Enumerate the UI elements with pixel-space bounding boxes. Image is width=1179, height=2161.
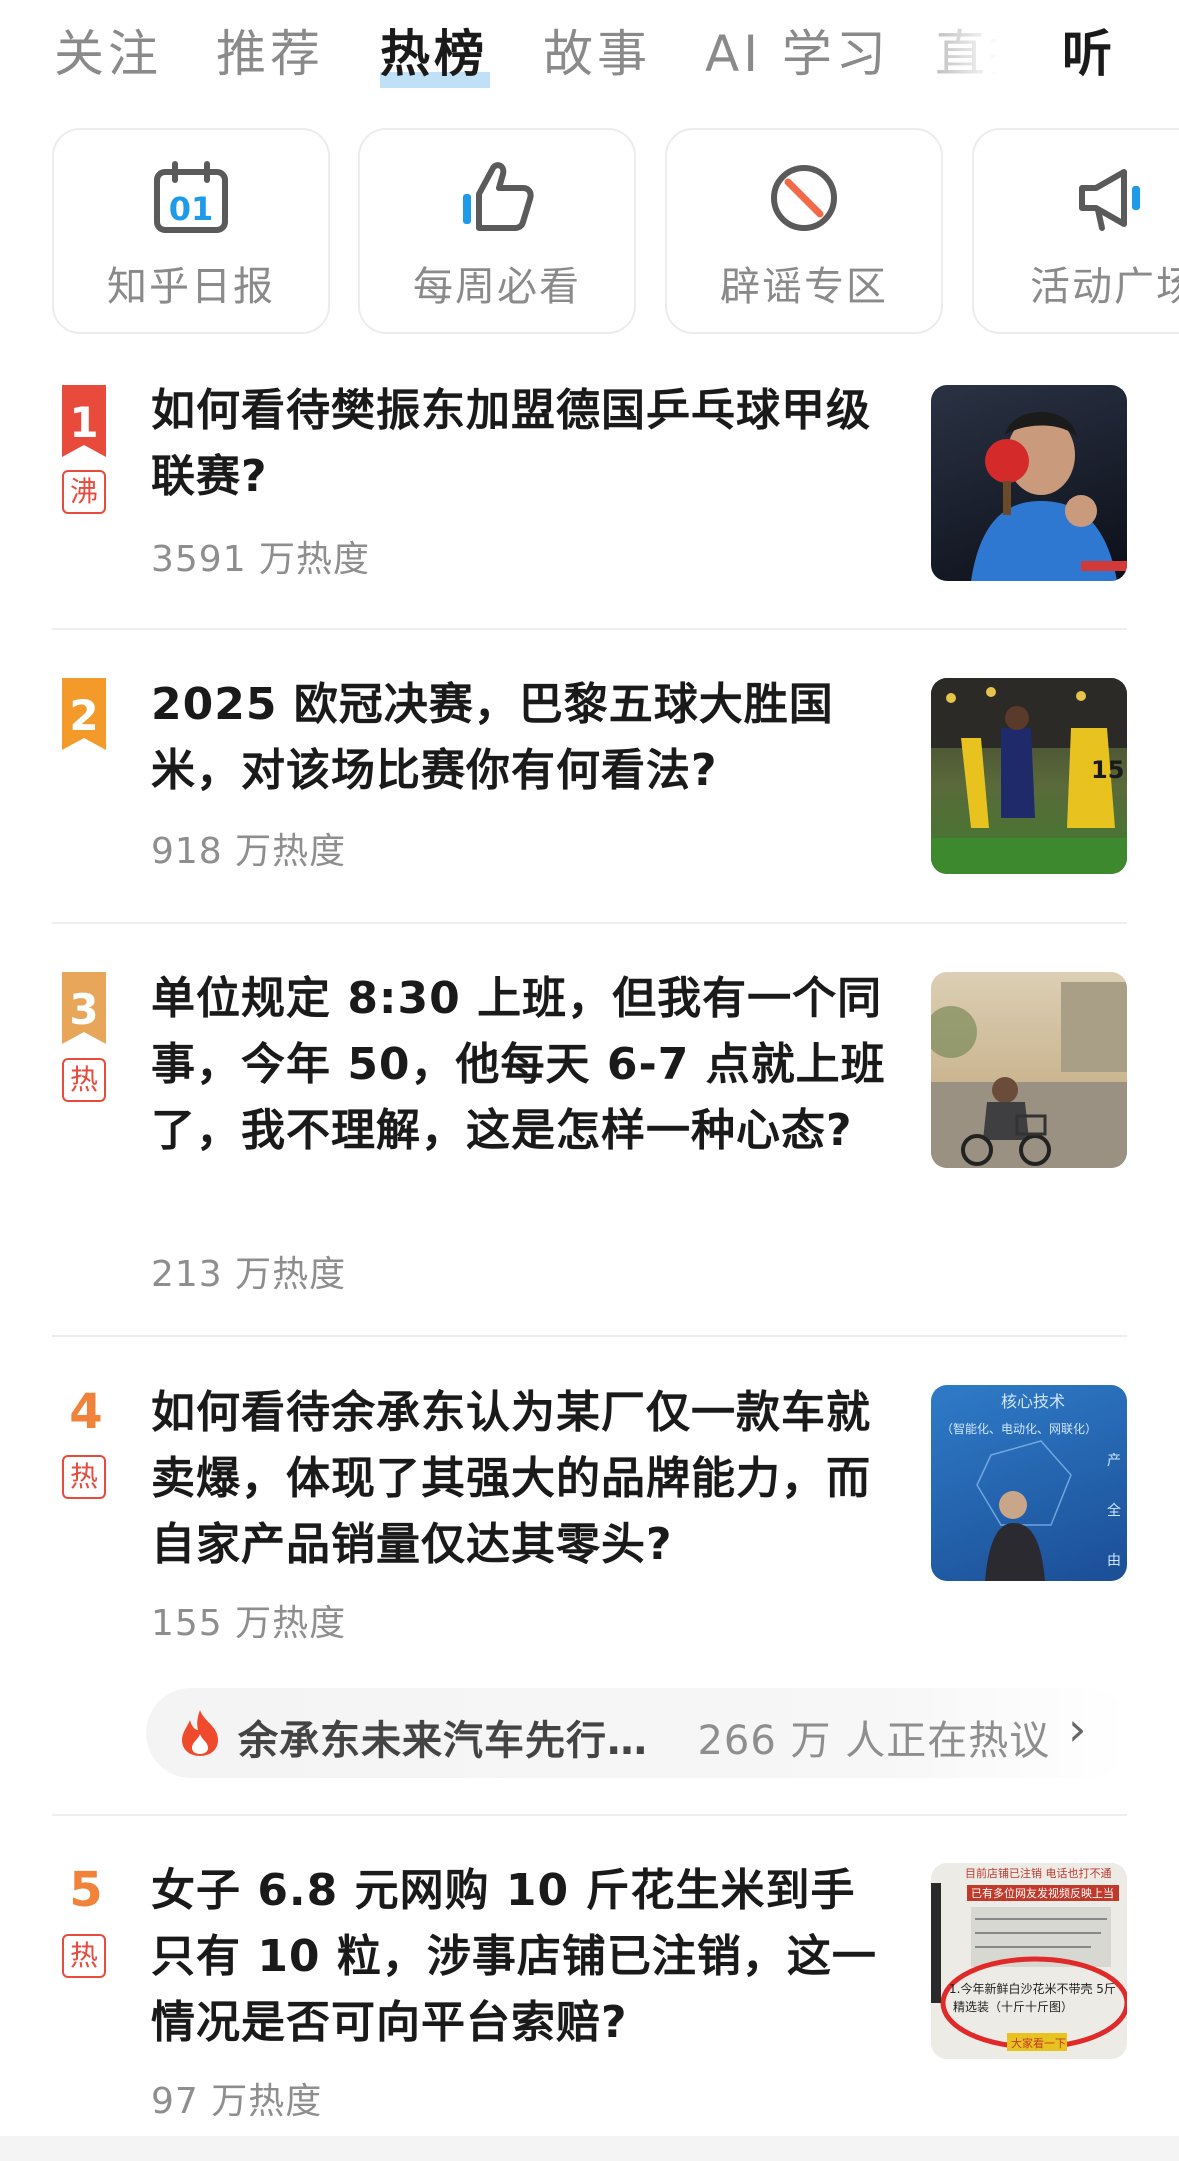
tab-recommend[interactable]: 推荐	[216, 14, 324, 86]
related-topic-title: 余承东未来汽车先行…	[238, 1718, 648, 1764]
svg-text:核心技术: 核心技术	[1001, 1392, 1065, 1411]
shortcut-zhihu-daily[interactable]: 01 知乎日报	[52, 128, 330, 334]
shortcut-weekly-must-see[interactable]: 每周必看	[358, 128, 636, 334]
svg-text:精选装（十斤十斤图）: 精选装（十斤十斤图）	[953, 2000, 1073, 2014]
item-thumbnail[interactable]: 核心技术 （智能化、电动化、网联化） 产 全 由	[931, 1385, 1127, 1581]
shortcut-rumor-debunk[interactable]: 辟谣专区	[665, 128, 943, 334]
svg-text:15: 15	[1091, 756, 1124, 784]
rank-number-4: 4	[69, 1384, 103, 1440]
item-thumbnail[interactable]	[931, 385, 1127, 581]
shortcut-events[interactable]: 活动广场	[972, 128, 1179, 334]
no-sign-icon	[764, 158, 844, 238]
rank-number-5: 5	[69, 1862, 103, 1918]
megaphone-icon	[1074, 158, 1154, 238]
tab-stories[interactable]: 故事	[543, 14, 651, 86]
svg-text:1: 1	[69, 398, 98, 447]
shortcut-label: 知乎日报	[107, 264, 275, 310]
item-title[interactable]: 单位规定 8:30 上班，但我有一个同事，今年 50，他每天 6-7 点就上班了…	[151, 966, 891, 1164]
item-thumbnail[interactable]	[931, 972, 1127, 1168]
thumbs-up-icon	[457, 158, 537, 238]
tab-ai-learning[interactable]: AI 学习	[705, 14, 890, 86]
divider	[52, 1335, 1127, 1337]
item-title[interactable]: 如何看待余承东认为某厂仅一款车就卖爆，体现了其强大的品牌能力，而自家产品销量仅达…	[151, 1380, 891, 1578]
bottom-edge	[0, 2136, 1179, 2161]
shortcut-label: 活动广场	[1030, 264, 1179, 310]
related-topic-text: 余承东未来汽车先行… 266 万 人正在热议	[238, 1708, 1050, 1766]
top-tab-bar: 关注 推荐 热榜 故事 AI 学习 直播 听	[0, 0, 1179, 110]
tag-boiling: 沸	[62, 470, 106, 514]
divider	[52, 922, 1127, 924]
svg-text:1.今年新鲜白沙花米不带壳 5斤: 1.今年新鲜白沙花米不带壳 5斤	[949, 1981, 1116, 1996]
svg-text:2: 2	[69, 691, 98, 740]
tag-hot: 热	[62, 1455, 106, 1499]
tag-hot: 热	[62, 1058, 106, 1102]
shortcut-label: 辟谣专区	[720, 264, 888, 310]
item-thumbnail[interactable]: 15	[931, 678, 1127, 874]
flame-icon	[176, 1708, 224, 1758]
shortcut-label: 每周必看	[413, 264, 581, 310]
rank-badge-1: 1	[62, 385, 106, 457]
related-topic-count: 266 万 人正在热议	[697, 1718, 1051, 1764]
svg-text:已有多位网友发视频反映上当: 已有多位网友发视频反映上当	[971, 1886, 1114, 1900]
item-heat: 97 万热度	[151, 2081, 323, 2122]
svg-text:目前店铺已注销 电话也打不通: 目前店铺已注销 电话也打不通	[965, 1866, 1112, 1880]
divider	[52, 628, 1127, 630]
item-heat: 918 万热度	[151, 831, 347, 872]
rank-badge-2: 2	[62, 678, 106, 750]
svg-text:3: 3	[69, 985, 98, 1034]
svg-text:由: 由	[1107, 1553, 1121, 1569]
item-title[interactable]: 女子 6.8 元网购 10 斤花生米到手只有 10 粒，涉事店铺已注销，这一情况…	[151, 1858, 891, 2056]
divider	[52, 1814, 1127, 1816]
svg-text:（智能化、电动化、网联化）: （智能化、电动化、网联化）	[941, 1421, 1097, 1436]
tab-follow[interactable]: 关注	[54, 14, 162, 86]
chevron-right-icon: ›	[1068, 1702, 1087, 1756]
calendar-01-icon: 01	[151, 158, 231, 238]
tab-fade-overlay	[880, 0, 1050, 100]
item-heat: 213 万热度	[151, 1254, 347, 1295]
svg-text:全: 全	[1107, 1502, 1121, 1519]
rank-badge-3: 3	[62, 972, 106, 1044]
item-heat: 3591 万热度	[151, 539, 371, 580]
item-title[interactable]: 2025 欧冠决赛，巴黎五球大胜国米，对该场比赛你有何看法?	[151, 672, 891, 804]
tag-hot: 热	[62, 1934, 106, 1978]
svg-text:产: 产	[1107, 1453, 1121, 1469]
item-thumbnail[interactable]: 目前店铺已注销 电话也打不通 已有多位网友发视频反映上当 1.今年新鲜白沙花米不…	[931, 1863, 1127, 2059]
tab-hot-list[interactable]: 热榜	[380, 14, 488, 86]
tab-listen[interactable]: 听	[1062, 14, 1116, 86]
svg-text:01: 01	[169, 190, 214, 228]
item-title[interactable]: 如何看待樊振东加盟德国乒乓球甲级联赛?	[151, 378, 891, 510]
item-heat: 155 万热度	[151, 1603, 347, 1644]
related-topic-pill[interactable]: 余承东未来汽车先行… 266 万 人正在热议 ›	[146, 1688, 1131, 1778]
svg-text:大家看一下: 大家看一下	[1011, 2036, 1066, 2050]
